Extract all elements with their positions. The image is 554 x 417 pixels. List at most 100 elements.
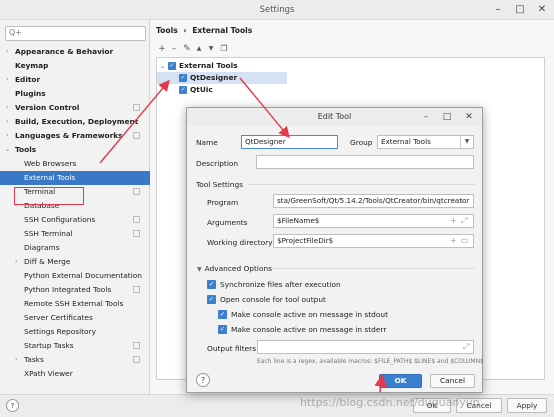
project-scope-icon	[133, 188, 140, 195]
sidebar-item-version-control[interactable]: › Version Control	[0, 101, 150, 115]
sidebar-item-diagrams[interactable]: Diagrams	[0, 241, 150, 255]
sidebar-item-languages[interactable]: › Languages & Frameworks	[0, 129, 150, 143]
sidebar-item-build[interactable]: › Build, Execution, Deployment	[0, 115, 150, 129]
working-directory-field[interactable]: $ProjectFileDir$	[273, 234, 474, 248]
close-icon[interactable]: ✕	[463, 110, 475, 124]
sidebar-item-settings-repository[interactable]: Settings Repository	[0, 325, 150, 339]
insert-macro-icon[interactable]: +	[450, 215, 457, 226]
sidebar-item-xpath-viewer[interactable]: XPath Viewer	[0, 367, 150, 381]
sidebar-item-web-browsers[interactable]: Web Browsers	[0, 157, 150, 171]
sidebar-item-label: Keymap	[15, 61, 49, 70]
maximize-icon[interactable]: □	[441, 110, 453, 124]
chevron-down-icon: ⌄	[5, 146, 11, 153]
description-field[interactable]	[256, 155, 474, 169]
insert-macro-icon[interactable]: +	[450, 235, 457, 246]
edit-icon[interactable]: ✎	[182, 44, 192, 54]
insert-macro-icon[interactable]: +	[450, 195, 457, 206]
window-title-bar: Settings – □ ✕	[0, 0, 554, 20]
sidebar-item-label: Tools	[15, 145, 37, 154]
tree-item-qtuic[interactable]: ✓ QtUic	[179, 84, 213, 96]
sidebar-item-external-tools[interactable]: External Tools	[0, 171, 150, 185]
sidebar-item-ssh-terminal[interactable]: SSH Terminal	[0, 227, 150, 241]
edit-tool-dialog: Edit Tool – □ ✕ Name QtDesigner Group Ex…	[186, 107, 484, 393]
sidebar-item-python-external-docs[interactable]: Python External Documentation	[0, 269, 150, 283]
section-divider	[249, 184, 475, 185]
watermark: https://blog.csdn.net/duguanyun	[300, 396, 480, 409]
program-field[interactable]: sta/GreenSoft/Qt/5.14.2/Tools/QtCreator/…	[273, 194, 474, 208]
sidebar-item-editor[interactable]: › Editor	[0, 73, 150, 87]
tree-item-qtdesigner[interactable]: ✓ QtDesigner	[157, 72, 287, 84]
tree-item-label: QtUic	[190, 85, 213, 94]
output-filters-label: Output filters	[207, 344, 257, 353]
minimize-icon[interactable]: –	[490, 3, 506, 17]
output-filters-field[interactable]	[257, 340, 474, 354]
dialog-help-button[interactable]: ?	[196, 373, 210, 387]
add-icon[interactable]: +	[157, 44, 167, 54]
sidebar-item-label: Editor	[15, 75, 41, 84]
breadcrumb-root[interactable]: Tools	[156, 26, 178, 35]
close-icon[interactable]: ✕	[534, 3, 550, 17]
sidebar-item-label: Build, Execution, Deployment	[15, 117, 139, 126]
sidebar-item-label: Version Control	[15, 103, 80, 112]
tree-item-label: QtDesigner	[190, 73, 238, 82]
search-icon: Q+	[9, 28, 22, 37]
name-field[interactable]: QtDesigner	[241, 135, 338, 149]
help-button[interactable]: ?	[6, 399, 19, 412]
checkbox-icon[interactable]: ✓	[179, 74, 187, 82]
sidebar-item-label: Tasks	[24, 355, 44, 364]
sidebar-item-label: SSH Configurations	[24, 215, 96, 224]
sidebar-item-remote-ssh-tools[interactable]: Remote SSH External Tools	[0, 297, 150, 311]
breadcrumb-separator: ›	[183, 26, 187, 35]
settings-sidebar: Q+ › Appearance & Behavior Keymap › Editor…	[0, 20, 150, 394]
program-value: sta/GreenSoft/Qt/5.14.2/Tools/QtCreator/…	[277, 196, 470, 205]
sidebar-item-diff-merge[interactable]: › Diff & Merge	[0, 255, 150, 269]
dialog-ok-button[interactable]: OK	[379, 374, 422, 388]
project-scope-icon	[133, 132, 140, 139]
chevron-right-icon: ›	[6, 132, 9, 139]
group-select[interactable]: External Tools ▼	[377, 135, 474, 149]
chevron-right-icon: ›	[6, 76, 9, 83]
stdout-active-label: Make console active on message in stdout	[231, 310, 388, 319]
move-up-icon[interactable]: ▲	[194, 44, 204, 54]
search-input[interactable]: Q+	[5, 26, 146, 41]
dropdown-arrow-icon: ▼	[460, 136, 473, 148]
minimize-icon[interactable]: –	[420, 110, 432, 124]
sidebar-item-python-integrated-tools[interactable]: Python Integrated Tools	[0, 283, 150, 297]
sidebar-item-tasks[interactable]: › Tasks	[0, 353, 150, 367]
copy-icon[interactable]: ❐	[219, 44, 229, 54]
sidebar-item-keymap[interactable]: Keymap	[0, 59, 150, 73]
expand-icon[interactable]: ⤢	[463, 341, 469, 352]
sidebar-item-startup-tasks[interactable]: Startup Tasks	[0, 339, 150, 353]
chevron-right-icon: ›	[6, 48, 9, 55]
browse-folder-icon[interactable]: ▭	[461, 195, 469, 206]
checkbox-icon[interactable]: ✓	[168, 62, 177, 70]
window-title: Settings	[259, 5, 295, 15]
maximize-icon[interactable]: □	[512, 3, 528, 17]
sync-files-checkbox[interactable]: ✓	[207, 280, 216, 289]
checkbox-icon[interactable]: ✓	[179, 86, 187, 94]
advanced-options-toggle[interactable]: ▼ Advanced Options	[197, 264, 272, 273]
project-scope-icon	[133, 356, 140, 363]
sidebar-item-label: Diagrams	[24, 243, 60, 252]
expand-icon[interactable]: ⤢	[461, 215, 467, 226]
sidebar-item-ssh-configurations[interactable]: SSH Configurations	[0, 213, 150, 227]
arguments-label: Arguments	[207, 218, 248, 227]
sidebar-item-tools[interactable]: ⌄ Tools	[0, 143, 150, 157]
open-console-checkbox[interactable]: ✓	[207, 295, 216, 304]
stderr-active-checkbox[interactable]: ✓	[218, 325, 227, 334]
remove-icon[interactable]: –	[169, 44, 179, 54]
sidebar-item-label: SSH Terminal	[24, 229, 73, 238]
stdout-active-checkbox[interactable]: ✓	[218, 310, 227, 319]
dialog-cancel-button[interactable]: Cancel	[430, 374, 475, 388]
browse-folder-icon[interactable]: ▭	[461, 235, 469, 246]
tree-group-external-tools[interactable]: ⌄ ✓ External Tools	[160, 60, 238, 72]
apply-button[interactable]: Apply	[507, 398, 547, 413]
sidebar-item-plugins[interactable]: Plugins	[0, 87, 150, 101]
dialog-title-bar: Edit Tool – □ ✕	[187, 108, 482, 126]
sidebar-item-server-certificates[interactable]: Server Certificates	[0, 311, 150, 325]
sidebar-item-appearance[interactable]: › Appearance & Behavior	[0, 45, 150, 59]
move-down-icon[interactable]: ▼	[206, 44, 216, 54]
chevron-right-icon: ›	[6, 104, 9, 111]
arguments-field[interactable]: $FileName$	[273, 214, 474, 228]
chevron-down-icon: ▼	[197, 266, 202, 273]
